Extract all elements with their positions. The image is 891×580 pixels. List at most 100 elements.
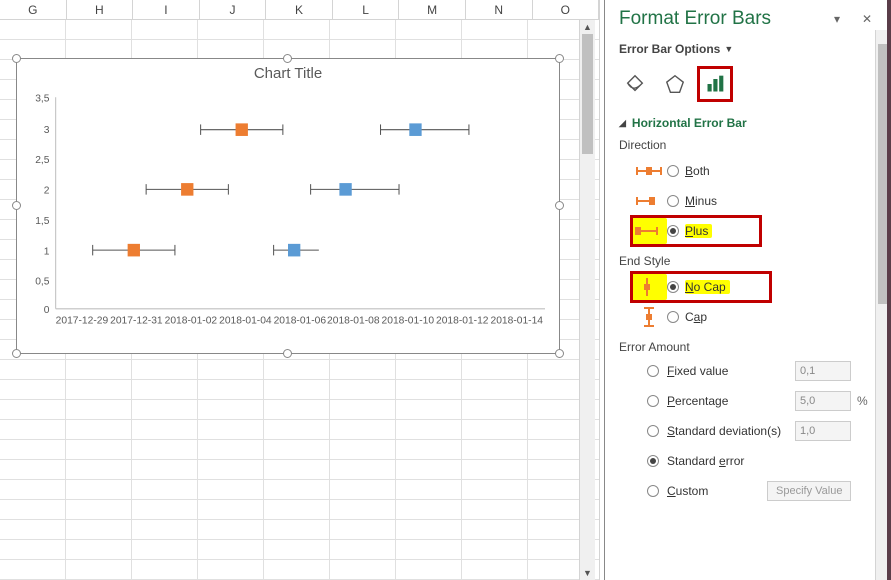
plot-area[interactable]: 3,5 3 2,5 2 1,5 1 0,5 0 2017-12-29 2017-… (31, 93, 545, 313)
svg-text:1: 1 (44, 246, 50, 257)
svg-text:2: 2 (44, 185, 50, 196)
chart-object[interactable]: Chart Title 3,5 3 2,5 2 1,5 1 0,5 0 (16, 58, 560, 354)
stddev-input (795, 421, 851, 441)
radio[interactable] (667, 195, 679, 207)
endstyle-label: End Style (619, 254, 877, 268)
amount-option-percentage[interactable]: Percentage % (647, 388, 877, 414)
scrollbar-thumb[interactable] (582, 34, 593, 154)
cap-icon (631, 304, 667, 330)
resize-handle[interactable] (283, 349, 292, 358)
option-label: Fixed value (667, 364, 795, 378)
svg-text:2018-01-08: 2018-01-08 (327, 315, 380, 326)
sheet-vertical-scrollbar[interactable]: ▲ ▼ (579, 20, 595, 580)
option-label: Custom (667, 484, 767, 498)
x-axis: 2017-12-29 2017-12-31 2018-01-02 2018-01… (56, 315, 544, 326)
radio[interactable] (667, 225, 679, 237)
radio[interactable] (647, 425, 659, 437)
col-header[interactable]: L (333, 0, 400, 19)
specify-value-button[interactable]: Specify Value (767, 481, 851, 501)
format-error-bars-panel: Format Error Bars ▾ ✕ Error Bar Options▼… (604, 0, 891, 580)
direction-option-minus[interactable]: Minus (631, 186, 877, 216)
col-header[interactable]: N (466, 0, 533, 19)
effects-tab-icon[interactable] (661, 70, 689, 98)
radio[interactable] (647, 365, 659, 377)
radio[interactable] (647, 485, 659, 497)
direction-label: Direction (619, 138, 877, 152)
svg-text:1,5: 1,5 (35, 216, 50, 227)
option-label: Percentage (667, 394, 795, 408)
window-edge (887, 0, 891, 580)
direction-option-plus[interactable]: Plus (631, 216, 761, 246)
both-icon (631, 158, 667, 184)
close-icon[interactable]: ✕ (857, 9, 877, 29)
option-label: Standard deviation(s) (667, 424, 795, 438)
svg-text:2,5: 2,5 (35, 155, 50, 166)
radio[interactable] (647, 455, 659, 467)
option-label: Plus (685, 224, 712, 238)
endstyle-option-cap[interactable]: Cap (631, 302, 877, 332)
svg-text:0,5: 0,5 (35, 277, 50, 288)
option-label: No Cap (685, 280, 730, 294)
nocap-icon (631, 274, 667, 300)
section-horizontal-error-bar[interactable]: ◢Horizontal Error Bar (619, 116, 877, 130)
resize-handle[interactable] (12, 201, 21, 210)
scroll-down-icon[interactable]: ▼ (580, 566, 595, 580)
svg-text:2018-01-14: 2018-01-14 (491, 315, 544, 326)
svg-text:2018-01-12: 2018-01-12 (436, 315, 489, 326)
svg-text:0: 0 (44, 305, 50, 316)
col-header[interactable]: M (399, 0, 466, 19)
series-1[interactable] (93, 123, 283, 256)
svg-text:2017-12-29: 2017-12-29 (56, 315, 109, 326)
radio[interactable] (667, 311, 679, 323)
col-header[interactable]: G (0, 0, 67, 19)
col-header[interactable]: J (200, 0, 267, 19)
amount-option-stddev[interactable]: Standard deviation(s) (647, 418, 877, 444)
svg-text:2017-12-31: 2017-12-31 (110, 315, 163, 326)
resize-handle[interactable] (555, 201, 564, 210)
y-axis: 3,5 3 2,5 2 1,5 1 0,5 0 (35, 93, 50, 316)
amount-option-fixed[interactable]: Fixed value (647, 358, 877, 384)
radio[interactable] (667, 165, 679, 177)
amount-option-stderr[interactable]: Standard error (647, 448, 877, 474)
plus-icon (631, 218, 667, 244)
col-header[interactable]: H (67, 0, 134, 19)
resize-handle[interactable] (283, 54, 292, 63)
resize-handle[interactable] (12, 54, 21, 63)
series-2[interactable] (274, 123, 469, 256)
endstyle-option-nocap[interactable]: No Cap (631, 272, 771, 302)
resize-handle[interactable] (555, 349, 564, 358)
radio[interactable] (647, 395, 659, 407)
option-label: Both (685, 164, 710, 178)
col-header[interactable]: O (533, 0, 600, 19)
col-header[interactable]: I (133, 0, 200, 19)
percentage-input (795, 391, 851, 411)
bar-chart-tab-icon[interactable] (701, 70, 729, 98)
option-label: Standard error (667, 454, 795, 468)
svg-text:2018-01-04: 2018-01-04 (219, 315, 272, 326)
resize-handle[interactable] (555, 54, 564, 63)
option-label: Cap (685, 310, 707, 324)
amount-option-custom[interactable]: Custom Specify Value (647, 478, 877, 504)
svg-text:3: 3 (44, 125, 50, 136)
minus-icon (631, 188, 667, 214)
svg-text:2018-01-10: 2018-01-10 (382, 315, 435, 326)
radio[interactable] (667, 281, 679, 293)
tab-icons (619, 66, 877, 102)
col-header[interactable]: K (266, 0, 333, 19)
resize-handle[interactable] (12, 349, 21, 358)
svg-text:3,5: 3,5 (35, 93, 50, 104)
direction-option-both[interactable]: Both (631, 156, 877, 186)
panel-title: Format Error Bars (619, 8, 817, 30)
fill-line-tab-icon[interactable] (621, 70, 649, 98)
scroll-up-icon[interactable]: ▲ (580, 20, 595, 34)
column-headers: G H I J K L M N O (0, 0, 599, 20)
error-amount-label: Error Amount (619, 340, 877, 354)
option-label: Minus (685, 194, 717, 208)
percent-sign: % (857, 394, 868, 408)
spreadsheet-area: G H I J K L M N O ▲ ▼ Chart Title 3,5 3 (0, 0, 600, 580)
panel-options-icon[interactable]: ▾ (827, 9, 847, 29)
fixed-value-input (795, 361, 851, 381)
svg-text:2018-01-06: 2018-01-06 (274, 315, 327, 326)
svg-text:2018-01-02: 2018-01-02 (165, 315, 218, 326)
panel-subtitle[interactable]: Error Bar Options▼ (619, 42, 877, 56)
